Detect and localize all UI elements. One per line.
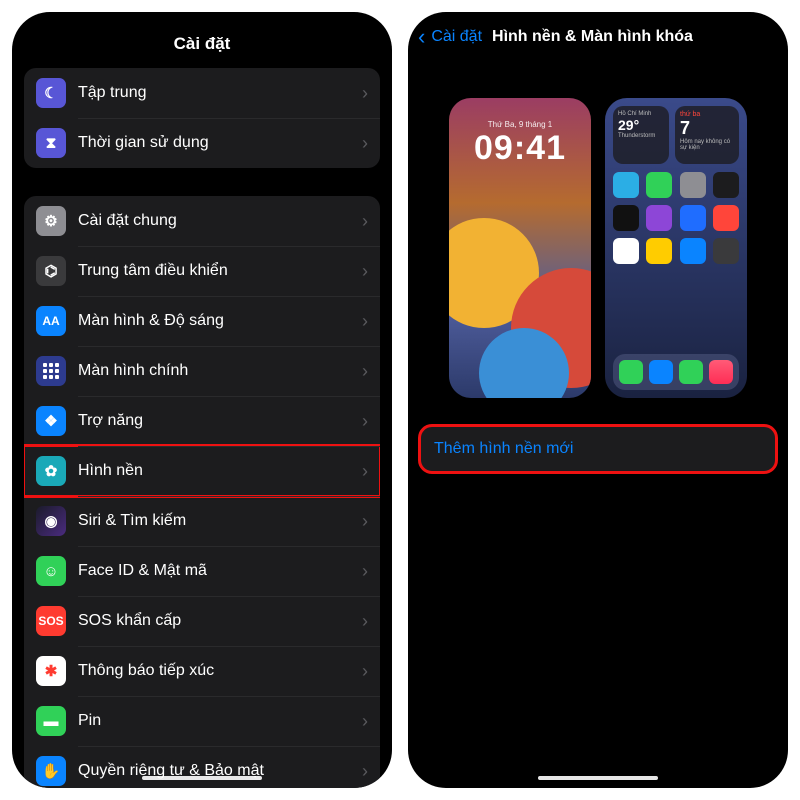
row-general[interactable]: ⚙ Cài đặt chung › xyxy=(24,196,380,246)
settings-group-1: ☾ Tập trung › ⧗ Thời gian sử dụng › xyxy=(24,68,380,168)
dock-app-music xyxy=(709,360,733,384)
dock-app-messages xyxy=(679,360,703,384)
app-icon xyxy=(680,238,706,264)
moon-icon: ☾ xyxy=(36,78,66,108)
wallpaper-scroll[interactable]: Thứ Ba, 9 tháng 1 09:41 Hồ Chí Minh 29° … xyxy=(408,58,788,788)
chevron-right-icon: › xyxy=(362,411,368,432)
app-icon xyxy=(680,172,706,198)
dock xyxy=(613,354,739,390)
dock-app-phone xyxy=(619,360,643,384)
weather-cond: Thunderstorm xyxy=(618,133,664,139)
chevron-right-icon: › xyxy=(362,261,368,282)
chevron-right-icon: › xyxy=(362,211,368,232)
row-label: Trợ năng xyxy=(78,412,362,430)
chevron-right-icon: › xyxy=(362,561,368,582)
chevron-right-icon: › xyxy=(362,83,368,104)
nav-bar: ‹ Cài đặt Hình nền & Màn hình khóa xyxy=(408,12,788,58)
row-wallpaper[interactable]: ✿ Hình nền › xyxy=(24,446,380,496)
gear-icon: ⚙ xyxy=(36,206,66,236)
siri-icon: ◉ xyxy=(36,506,66,536)
chevron-right-icon: › xyxy=(362,461,368,482)
sos-icon: SOS xyxy=(36,606,66,636)
calendar-day-num: 7 xyxy=(680,118,734,139)
app-grid xyxy=(613,172,739,264)
calendar-note: Hôm nay không có sự kiện xyxy=(680,139,734,151)
accessibility-icon: ❖ xyxy=(36,406,66,436)
row-label: Quyền riêng tư & Bảo mật xyxy=(78,762,362,780)
weather-widget: Hồ Chí Minh 29° Thunderstorm xyxy=(613,106,669,164)
app-icon xyxy=(613,205,639,231)
row-label: Tập trung xyxy=(78,84,362,102)
faceid-icon: ☺ xyxy=(36,556,66,586)
settings-group-2: ⚙ Cài đặt chung › ⌬ Trung tâm điều khiển… xyxy=(24,196,380,788)
dock-app-safari xyxy=(649,360,673,384)
row-focus[interactable]: ☾ Tập trung › xyxy=(24,68,380,118)
add-wallpaper-label: Thêm hình nền mới xyxy=(434,440,573,457)
row-sos[interactable]: SOS SOS khẩn cấp › xyxy=(24,596,380,646)
chevron-right-icon: › xyxy=(362,711,368,732)
row-label: Thông báo tiếp xúc xyxy=(78,662,362,680)
chevron-right-icon: › xyxy=(362,611,368,632)
row-label: Cài đặt chung xyxy=(78,212,362,230)
row-display[interactable]: AA Màn hình & Độ sáng › xyxy=(24,296,380,346)
grid-icon xyxy=(36,356,66,386)
wallpaper-previews: Thứ Ba, 9 tháng 1 09:41 Hồ Chí Minh 29° … xyxy=(420,58,776,426)
homescreen-preview[interactable]: Hồ Chí Minh 29° Thunderstorm thứ ba 7 Hô… xyxy=(605,98,747,398)
settings-scroll[interactable]: ☾ Tập trung › ⧗ Thời gian sử dụng › ⚙ Cà… xyxy=(12,68,392,788)
row-accessibility[interactable]: ❖ Trợ năng › xyxy=(24,396,380,446)
lock-date: Thứ Ba, 9 tháng 1 xyxy=(449,120,591,129)
chevron-right-icon: › xyxy=(362,361,368,382)
calendar-day-label: thứ ba xyxy=(680,111,734,118)
row-battery[interactable]: ▬ Pin › xyxy=(24,696,380,746)
app-icon xyxy=(613,238,639,264)
lock-time: 09:41 xyxy=(449,129,591,168)
row-label: Hình nền xyxy=(78,462,362,480)
app-icon xyxy=(646,205,672,231)
app-icon xyxy=(646,238,672,264)
row-siri[interactable]: ◉ Siri & Tìm kiếm › xyxy=(24,496,380,546)
app-icon xyxy=(646,172,672,198)
row-label: Trung tâm điều khiển xyxy=(78,262,362,280)
page-title: Cài đặt xyxy=(12,12,392,68)
row-homescreen[interactable]: Màn hình chính › xyxy=(24,346,380,396)
aa-icon: AA xyxy=(36,306,66,336)
hand-icon: ✋ xyxy=(36,756,66,786)
row-label: Siri & Tìm kiếm xyxy=(78,512,362,530)
calendar-widget: thứ ba 7 Hôm nay không có sự kiện xyxy=(675,106,739,164)
app-icon xyxy=(713,205,739,231)
row-exposure[interactable]: ✱ Thông báo tiếp xúc › xyxy=(24,646,380,696)
row-label: Màn hình & Độ sáng xyxy=(78,312,362,330)
switches-icon: ⌬ xyxy=(36,256,66,286)
app-icon xyxy=(680,205,706,231)
row-label: Thời gian sử dụng xyxy=(78,134,362,152)
row-privacy[interactable]: ✋ Quyền riêng tư & Bảo mật › xyxy=(24,746,380,788)
add-wallpaper-button[interactable]: Thêm hình nền mới xyxy=(420,426,776,472)
row-control-center[interactable]: ⌬ Trung tâm điều khiển › xyxy=(24,246,380,296)
row-label: SOS khẩn cấp xyxy=(78,612,362,630)
chevron-right-icon: › xyxy=(362,661,368,682)
lockscreen-preview[interactable]: Thứ Ba, 9 tháng 1 09:41 xyxy=(449,98,591,398)
wallpaper-screen: ‹ Cài đặt Hình nền & Màn hình khóa Thứ B… xyxy=(408,12,788,788)
app-icon xyxy=(713,172,739,198)
row-label: Màn hình chính xyxy=(78,362,362,380)
chevron-left-icon[interactable]: ‹ xyxy=(418,26,425,48)
flower-icon: ✿ xyxy=(36,456,66,486)
app-icon xyxy=(613,172,639,198)
exposure-icon: ✱ xyxy=(36,656,66,686)
weather-temp: 29° xyxy=(618,117,664,133)
app-icon xyxy=(713,238,739,264)
row-label: Pin xyxy=(78,712,362,730)
chevron-right-icon: › xyxy=(362,133,368,154)
row-faceid[interactable]: ☺ Face ID & Mật mã › xyxy=(24,546,380,596)
chevron-right-icon: › xyxy=(362,511,368,532)
chevron-right-icon: › xyxy=(362,311,368,332)
row-screentime[interactable]: ⧗ Thời gian sử dụng › xyxy=(24,118,380,168)
settings-screen: Cài đặt ☾ Tập trung › ⧗ Thời gian sử dụn… xyxy=(12,12,392,788)
chevron-right-icon: › xyxy=(362,761,368,782)
page-title: Hình nền & Màn hình khóa xyxy=(492,28,693,46)
back-button[interactable]: Cài đặt xyxy=(431,28,482,46)
battery-icon: ▬ xyxy=(36,706,66,736)
hourglass-icon: ⧗ xyxy=(36,128,66,158)
row-label: Face ID & Mật mã xyxy=(78,562,362,580)
